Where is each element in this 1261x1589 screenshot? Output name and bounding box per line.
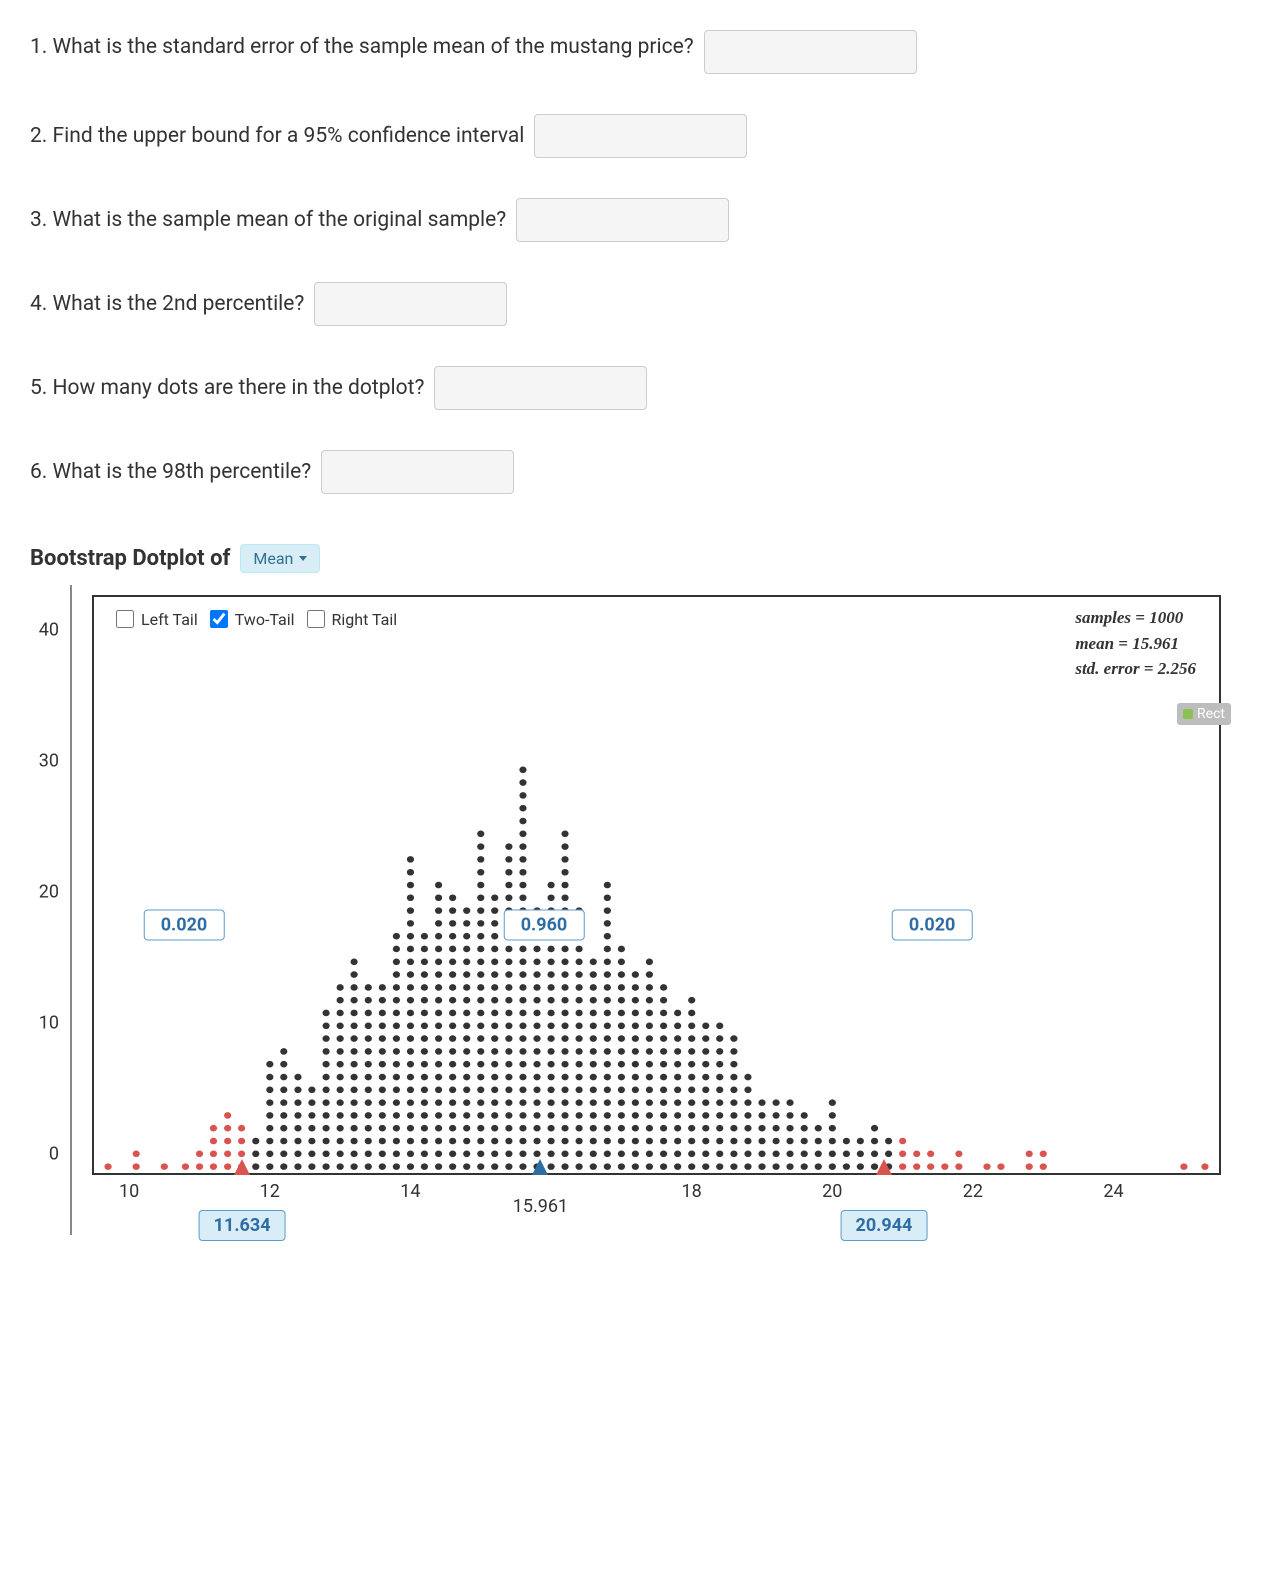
y-tick-40: 40 (39, 619, 59, 640)
y-tick-20: 20 (39, 881, 59, 902)
answer-input-4[interactable] (314, 282, 507, 326)
dotplot-title: Bootstrap Dotplot of Mean (30, 544, 1231, 573)
answer-input-5[interactable] (434, 366, 647, 410)
question-6-text: 6. What is the 98th percentile? (30, 460, 311, 484)
question-4: 4. What is the 2nd percentile? (30, 282, 1231, 326)
question-5-text: 5. How many dots are there in the dotplo… (30, 376, 424, 400)
dropdown-value: Mean (253, 549, 293, 568)
right-cutoff-value[interactable]: 20.944 (840, 1210, 927, 1241)
statistic-dropdown[interactable]: Mean (240, 544, 320, 573)
x-tick-18: 18 (682, 1181, 702, 1202)
question-3: 3. What is the sample mean of the origin… (30, 198, 1231, 242)
x-tick-24: 24 (1103, 1181, 1123, 1202)
answer-input-2[interactable] (534, 114, 747, 158)
left-cutoff-value[interactable]: 11.634 (199, 1210, 286, 1241)
question-2: 2. Find the upper bound for a 95% confid… (30, 114, 1231, 158)
plot-area: 0.020 0.960 0.020 (94, 597, 1219, 1173)
answer-input-3[interactable] (516, 198, 729, 242)
x-tick-12: 12 (260, 1181, 280, 1202)
answer-input-6[interactable] (321, 450, 514, 494)
x-tick-22: 22 (963, 1181, 983, 1202)
left-cutoff-marker-icon[interactable] (234, 1159, 250, 1175)
y-tick-10: 10 (39, 1012, 59, 1033)
y-tick-0: 0 (49, 1144, 59, 1165)
dotplot-title-text: Bootstrap Dotplot of (30, 546, 230, 571)
right-proportion-label[interactable]: 0.020 (892, 910, 973, 941)
question-6: 6. What is the 98th percentile? (30, 450, 1231, 494)
center-proportion-label[interactable]: 0.960 (504, 910, 585, 941)
y-axis: 40 30 20 10 0 (32, 585, 67, 1175)
question-2-text: 2. Find the upper bound for a 95% confid… (30, 124, 524, 148)
x-tick-10: 10 (119, 1181, 139, 1202)
question-1-text: 1. What is the standard error of the sam… (30, 35, 694, 59)
chevron-down-icon (299, 556, 307, 561)
left-proportion-label[interactable]: 0.020 (144, 910, 225, 941)
center-marker-icon (532, 1159, 548, 1175)
question-1: 1. What is the standard error of the sam… (30, 20, 1231, 74)
x-tick-20: 20 (822, 1181, 842, 1202)
dots-svg (94, 597, 1219, 1173)
question-3-text: 3. What is the sample mean of the origin… (30, 208, 506, 232)
x-tick-14: 14 (400, 1181, 420, 1202)
question-5: 5. How many dots are there in the dotplo… (30, 366, 1231, 410)
right-cutoff-marker-icon[interactable] (876, 1159, 892, 1175)
answer-input-1[interactable] (704, 30, 917, 74)
y-tick-30: 30 (39, 750, 59, 771)
question-4-text: 4. What is the 2nd percentile? (30, 292, 304, 316)
center-marker-value: 15.961 (513, 1196, 568, 1217)
dotplot-chart: 40 30 20 10 0 Left Tail Two-Tail Right T… (70, 585, 1221, 1235)
